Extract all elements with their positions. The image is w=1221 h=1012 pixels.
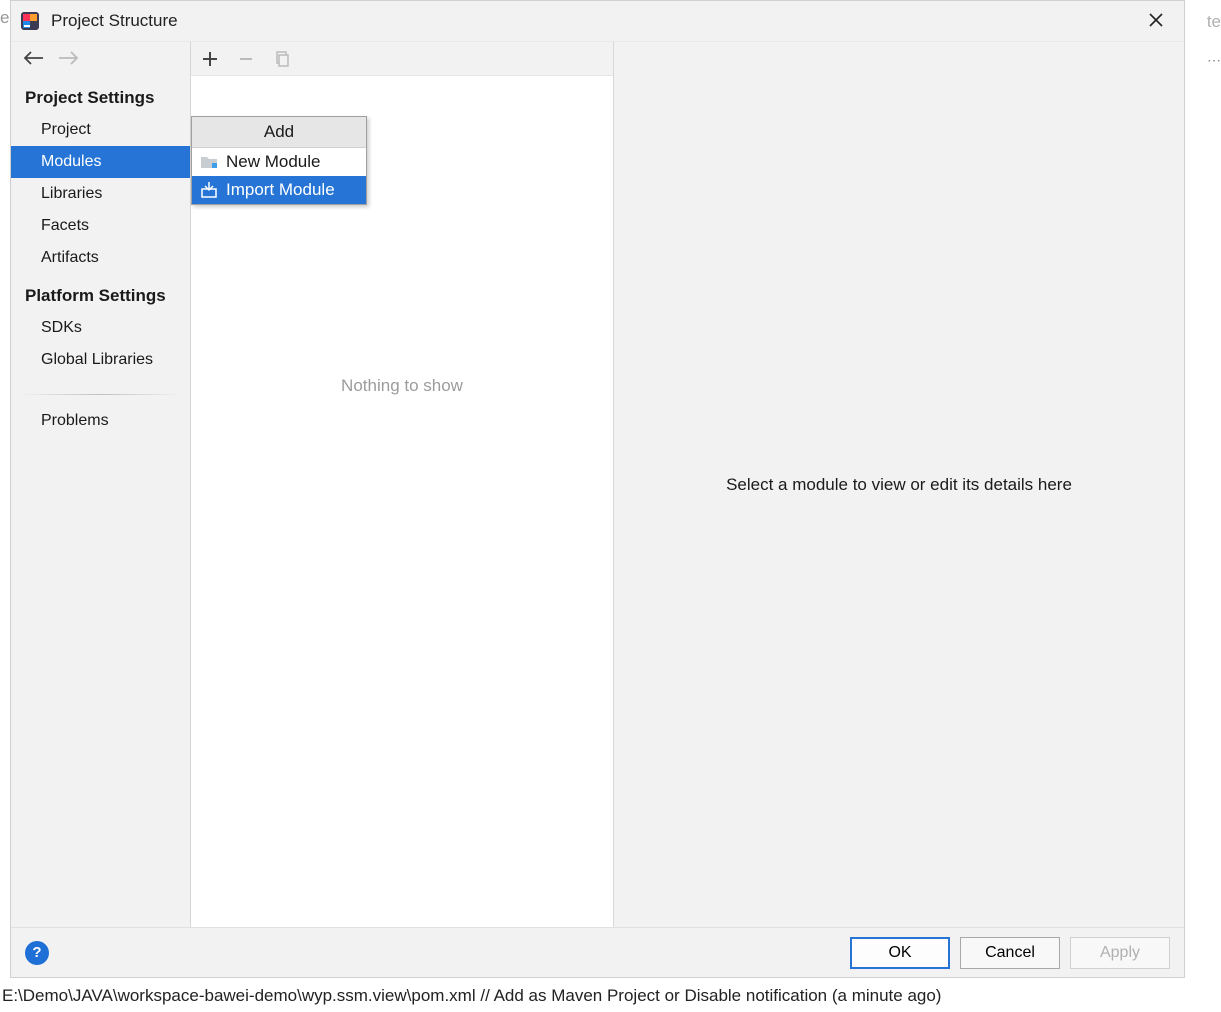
sidebar-item-global-libraries[interactable]: Global Libraries bbox=[11, 344, 190, 376]
apply-button[interactable]: Apply bbox=[1070, 937, 1170, 969]
import-icon bbox=[200, 181, 218, 199]
background-fragment-right: te bbox=[1207, 12, 1221, 32]
sidebar-item-artifacts[interactable]: Artifacts bbox=[11, 242, 190, 274]
background-fragment-left: e bbox=[0, 8, 9, 28]
sidebar-item-facets[interactable]: Facets bbox=[11, 210, 190, 242]
sidebar-item-problems[interactable]: Problems bbox=[11, 405, 190, 437]
forward-arrow-icon[interactable] bbox=[57, 49, 79, 70]
history-nav bbox=[11, 42, 190, 76]
background-dots: ⋯ bbox=[1207, 52, 1221, 69]
sidebar-item-sdks[interactable]: SDKs bbox=[11, 312, 190, 344]
details-hint: Select a module to view or edit its deta… bbox=[726, 475, 1072, 495]
copy-icon[interactable] bbox=[273, 50, 291, 68]
remove-icon[interactable] bbox=[237, 50, 255, 68]
ok-button[interactable]: OK bbox=[850, 937, 950, 969]
dialog-footer: ? OK Cancel Apply bbox=[11, 927, 1184, 977]
popup-item-import-module[interactable]: Import Module bbox=[192, 176, 366, 204]
popup-item-label: Import Module bbox=[226, 180, 335, 200]
section-platform-settings: Platform Settings bbox=[11, 274, 190, 312]
popup-item-new-module[interactable]: New Module bbox=[192, 148, 366, 176]
popup-title: Add bbox=[192, 117, 366, 148]
add-icon[interactable] bbox=[201, 50, 219, 68]
back-arrow-icon[interactable] bbox=[23, 49, 45, 70]
sidebar-divider bbox=[19, 394, 182, 395]
ide-statusbar[interactable]: E:\Demo\JAVA\workspace-bawei-demo\wyp.ss… bbox=[0, 986, 1221, 1012]
sidebar: Project Settings Project Modules Librari… bbox=[11, 42, 191, 927]
sidebar-item-modules[interactable]: Modules bbox=[11, 146, 190, 178]
dialog-title: Project Structure bbox=[51, 11, 178, 31]
titlebar: Project Structure bbox=[11, 1, 1184, 41]
close-button[interactable] bbox=[1136, 11, 1176, 32]
sidebar-item-libraries[interactable]: Libraries bbox=[11, 178, 190, 210]
section-project-settings: Project Settings bbox=[11, 76, 190, 114]
add-popup: Add New Module Import Module bbox=[191, 116, 367, 205]
intellij-icon bbox=[19, 10, 41, 32]
details-pane: Select a module to view or edit its deta… bbox=[614, 42, 1184, 927]
dialog-body: Project Settings Project Modules Librari… bbox=[11, 41, 1184, 927]
modules-toolbar bbox=[191, 42, 613, 76]
sidebar-item-project[interactable]: Project bbox=[11, 114, 190, 146]
project-structure-dialog: Project Structure Project Settings Proje… bbox=[10, 0, 1185, 978]
popup-item-label: New Module bbox=[226, 152, 321, 172]
folder-icon bbox=[200, 153, 218, 171]
cancel-button[interactable]: Cancel bbox=[960, 937, 1060, 969]
help-icon[interactable]: ? bbox=[25, 941, 49, 965]
